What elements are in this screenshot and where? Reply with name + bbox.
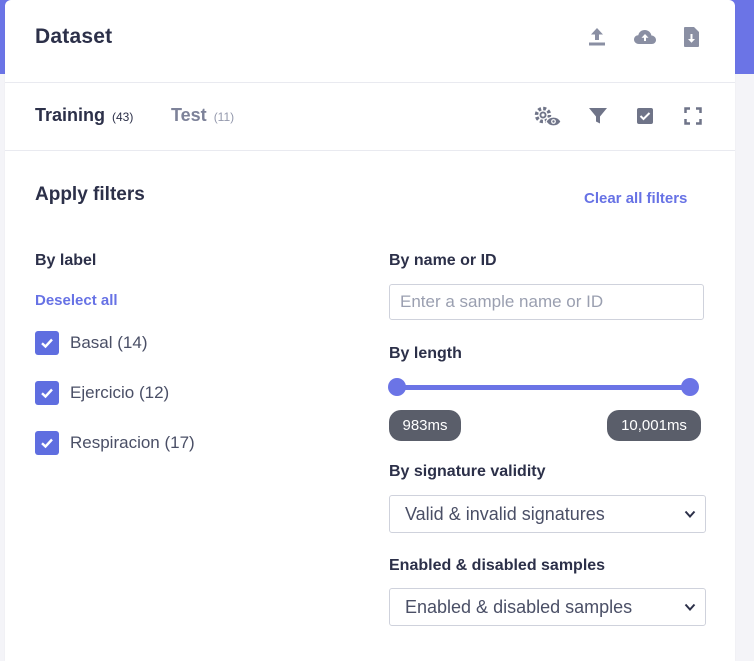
label-filter-text: Ejercicio (12)	[70, 383, 170, 402]
label-filter-text: Respiracion (17)	[70, 433, 195, 452]
by-signature-heading: By signature validity	[389, 463, 546, 480]
card-header: Dataset	[5, 0, 735, 83]
dataset-card: Dataset Training (43) Test (11) Apply fi…	[5, 0, 735, 661]
by-label-heading: By label	[35, 252, 97, 269]
chevron-down-icon	[684, 510, 696, 518]
tab-training[interactable]: Training (43)	[35, 105, 133, 126]
cloud-upload-icon[interactable]	[632, 25, 656, 49]
expand-icon[interactable]	[682, 105, 704, 127]
enabled-samples-value: Enabled & disabled samples	[405, 596, 633, 617]
filters-title: Apply filters	[35, 184, 145, 205]
enabled-samples-select[interactable]: Enabled & disabled samples	[389, 588, 706, 626]
checkbox-checked[interactable]	[35, 381, 59, 405]
label-filter-text: Basal (14)	[70, 333, 148, 352]
settings-eye-icon[interactable]	[533, 105, 563, 127]
file-download-icon[interactable]	[681, 25, 705, 49]
clear-all-filters-link[interactable]: Clear all filters	[584, 190, 687, 207]
sample-search-input[interactable]	[389, 284, 704, 320]
label-filter-basal[interactable]: Basal (14)	[35, 330, 147, 356]
length-slider-track[interactable]	[397, 385, 691, 390]
length-max-value: 10,001ms	[607, 410, 701, 441]
check-square-icon[interactable]	[634, 105, 656, 127]
tab-training-count: (43)	[112, 110, 134, 124]
label-filter-ejercicio[interactable]: Ejercicio (12)	[35, 380, 169, 406]
upload-icon[interactable]	[585, 25, 609, 49]
signature-validity-value: Valid & invalid signatures	[405, 503, 605, 524]
length-slider-min-handle[interactable]	[388, 378, 406, 396]
checkbox-checked[interactable]	[35, 431, 59, 455]
length-min-value: 983ms	[389, 410, 461, 441]
deselect-all-link[interactable]: Deselect all	[35, 292, 118, 309]
tabs-row: Training (43) Test (11)	[5, 83, 735, 151]
tab-training-label: Training	[35, 105, 106, 125]
signature-validity-select[interactable]: Valid & invalid signatures	[389, 495, 706, 533]
tab-test-count: (11)	[213, 110, 235, 124]
tab-test-label: Test	[171, 105, 207, 125]
chevron-down-icon	[684, 603, 696, 611]
label-filter-respiracion[interactable]: Respiracion (17)	[35, 430, 195, 456]
checkbox-checked[interactable]	[35, 331, 59, 355]
tab-test[interactable]: Test (11)	[171, 105, 234, 126]
length-slider-max-handle[interactable]	[681, 378, 699, 396]
enabled-samples-heading: Enabled & disabled samples	[389, 557, 606, 574]
by-name-heading: By name or ID	[389, 252, 497, 269]
filter-icon[interactable]	[587, 105, 609, 127]
page-title: Dataset	[35, 25, 113, 48]
by-length-heading: By length	[389, 345, 462, 362]
